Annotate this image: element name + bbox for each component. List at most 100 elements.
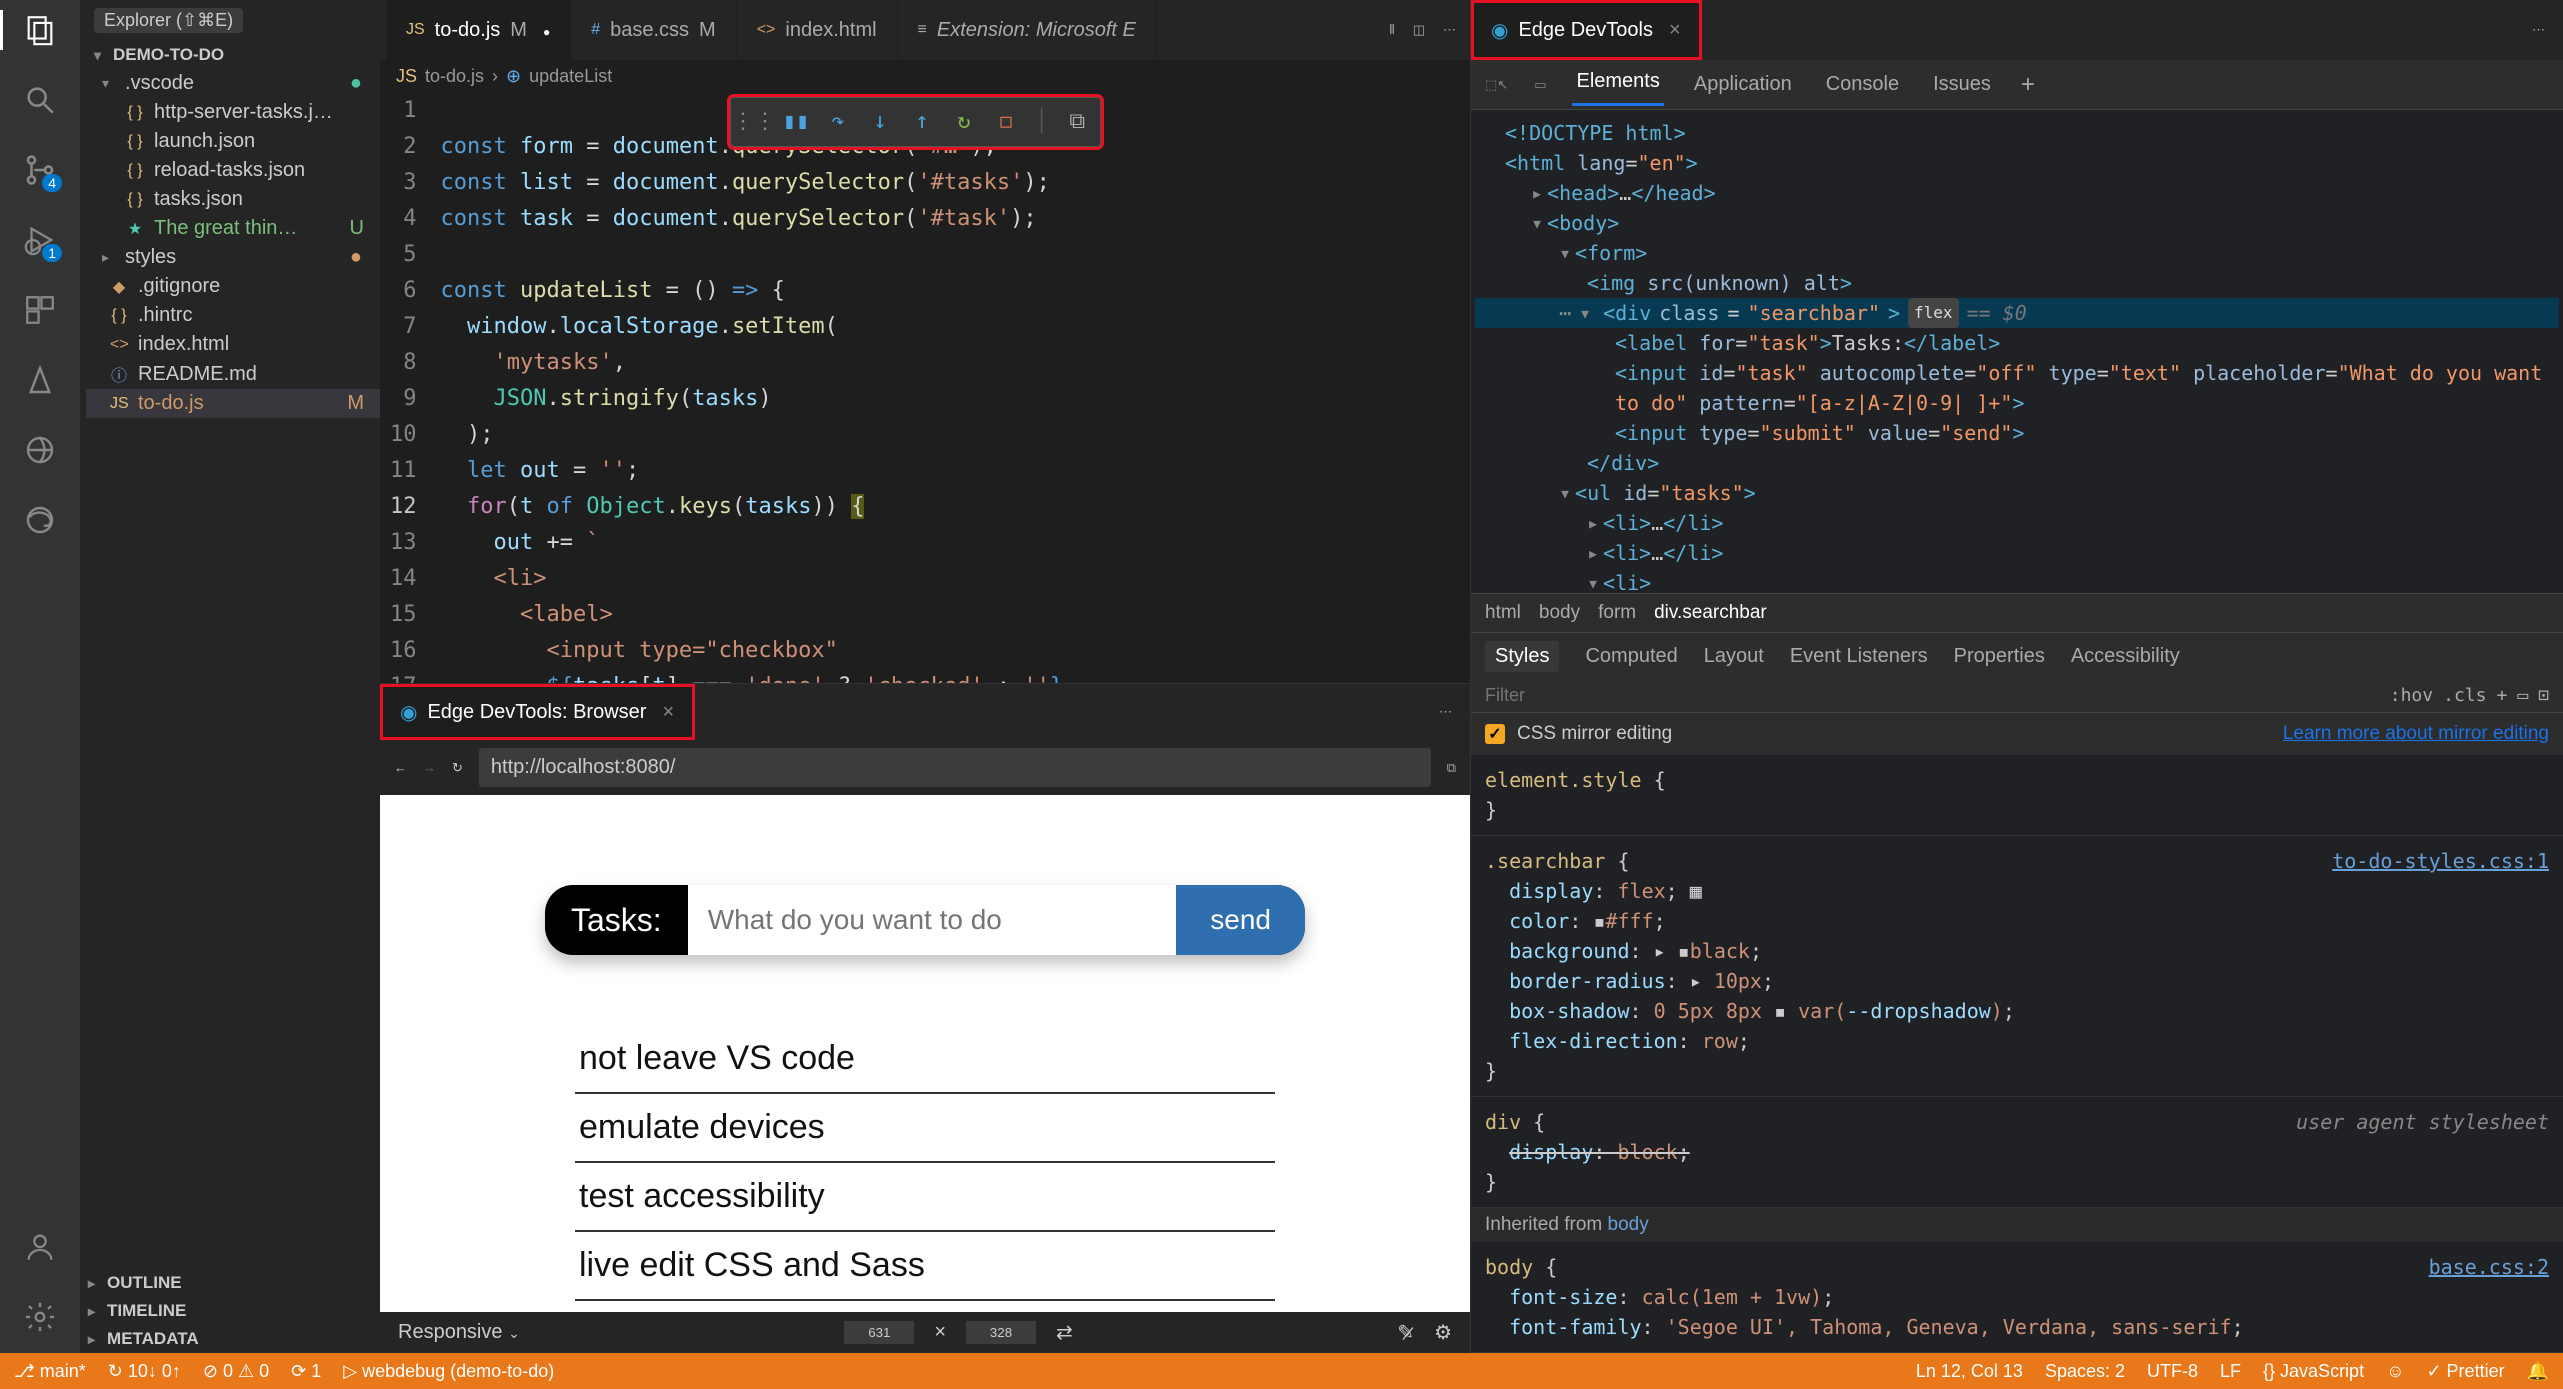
height-input[interactable]	[966, 1321, 1036, 1344]
metadata-section[interactable]: METADATA	[80, 1325, 380, 1353]
console-tab[interactable]: Console	[1822, 67, 1903, 102]
element-style-block[interactable]: element.style {}	[1471, 755, 2563, 836]
code-editor[interactable]: 1234567891011121314151617 const form = d…	[380, 93, 1470, 683]
layout-tab[interactable]: Layout	[1704, 645, 1764, 668]
cls-toggle[interactable]: .cls	[2443, 685, 2486, 706]
indent-status[interactable]: Spaces: 2	[2045, 1361, 2125, 1382]
tab-extension[interactable]: ≡Extension: Microsoft E	[898, 0, 1157, 60]
file-http-tasks[interactable]: { }http-server-tasks.j…	[86, 98, 380, 127]
device-icon[interactable]: ▭	[1534, 77, 1546, 93]
reload-icon[interactable]: ↻	[452, 760, 463, 776]
settings-icon[interactable]	[20, 1297, 60, 1337]
devtools-toggle-icon[interactable]: ⧉	[1447, 760, 1456, 776]
width-input[interactable]	[844, 1321, 914, 1344]
tab-index[interactable]: <>index.html	[737, 0, 898, 60]
file-launch[interactable]: { }launch.json	[86, 127, 380, 156]
new-rule-icon[interactable]: +	[2496, 685, 2507, 706]
outline-section[interactable]: OUTLINE	[80, 1269, 380, 1297]
account-icon[interactable]	[20, 1227, 60, 1267]
file-index[interactable]: <>index.html	[86, 330, 380, 359]
properties-tab[interactable]: Properties	[1954, 645, 2045, 668]
inspect-icon[interactable]: ⬚↖	[1485, 77, 1508, 93]
tab-devtools[interactable]: ◉Edge DevTools×	[1471, 0, 1702, 60]
cursor-position[interactable]: Ln 12, Col 13	[1916, 1361, 2023, 1382]
encoding-status[interactable]: UTF-8	[2147, 1361, 2198, 1382]
step-into-icon[interactable]: ↓	[867, 109, 893, 135]
compare-icon[interactable]: ⫴	[1389, 22, 1394, 38]
drag-handle-icon[interactable]: ⋮⋮	[741, 109, 767, 135]
split-icon[interactable]: ◫	[1413, 22, 1425, 38]
file-gitignore[interactable]: ◆.gitignore	[86, 272, 380, 301]
ports-status[interactable]: ⟳ 1	[291, 1361, 321, 1382]
more-styles-icon[interactable]: ⊡	[2538, 685, 2549, 706]
search-icon[interactable]	[20, 80, 60, 120]
address-input[interactable]	[479, 748, 1431, 787]
accessibility-tab[interactable]: Accessibility	[2071, 645, 2180, 668]
timeline-section[interactable]: TIMELINE	[80, 1297, 380, 1325]
listeners-tab[interactable]: Event Listeners	[1790, 645, 1928, 668]
prettier-status[interactable]: ✓ Prettier	[2426, 1361, 2504, 1382]
list-item[interactable]: emulate devices	[575, 1094, 1275, 1163]
task-input[interactable]	[688, 885, 1177, 955]
application-tab[interactable]: Application	[1690, 67, 1796, 102]
tab-browser[interactable]: ◉Edge DevTools: Browser×	[380, 684, 695, 740]
stop-icon[interactable]: ◻	[993, 109, 1019, 135]
issues-tab[interactable]: Issues	[1929, 67, 1995, 102]
list-item[interactable]: test accessibility	[575, 1163, 1275, 1232]
sync-status[interactable]: ↻ 10↓ 0↑	[108, 1361, 181, 1382]
restart-icon[interactable]: ↻	[951, 109, 977, 135]
step-over-icon[interactable]: ↷	[825, 109, 851, 135]
eol-status[interactable]: LF	[2220, 1361, 2241, 1382]
swap-icon[interactable]: ⇄	[1056, 1320, 1073, 1345]
cog-icon[interactable]: ⚙	[1434, 1320, 1452, 1345]
run-debug-icon[interactable]: 1	[20, 220, 60, 260]
div-ua-block[interactable]: user agent stylesheet div { display: blo…	[1471, 1097, 2563, 1208]
edge-icon[interactable]	[20, 500, 60, 540]
azure-icon[interactable]	[20, 360, 60, 400]
file-tasks[interactable]: { }tasks.json	[86, 185, 380, 214]
feedback-icon[interactable]: ☺	[2386, 1361, 2404, 1382]
wand-icon[interactable]: ✎̷	[1397, 1320, 1414, 1345]
debug-toolbar[interactable]: ⋮⋮ ▮▮ ↷ ↓ ↑ ↻ ◻ │ ⧉	[730, 97, 1101, 147]
list-item[interactable]: not leave VS code	[575, 1025, 1275, 1094]
more-icon[interactable]: ⋯	[2532, 22, 2545, 38]
debug-status[interactable]: ▷ webdebug (demo-to-do)	[343, 1361, 554, 1382]
searchbar-rule-block[interactable]: to-do-styles.css:1 .searchbar { display:…	[1471, 836, 2563, 1097]
tab-basecss[interactable]: #base.cssM	[571, 0, 737, 60]
more-icon[interactable]: ⋯	[1439, 704, 1452, 720]
remote-icon[interactable]	[20, 430, 60, 470]
project-root[interactable]: DEMO-TO-DO	[86, 41, 380, 69]
folder-styles[interactable]: styles●	[86, 243, 380, 272]
file-great[interactable]: ★The great thin…U	[86, 214, 380, 243]
branch-status[interactable]: ⎇ main*	[14, 1361, 86, 1382]
styles-tab[interactable]: Styles	[1485, 641, 1559, 672]
forward-icon[interactable]: →	[423, 760, 436, 775]
bell-icon[interactable]: 🔔	[2527, 1361, 2549, 1382]
file-hintrc[interactable]: { }.hintrc	[86, 301, 380, 330]
file-todo[interactable]: JSto-do.jsM	[86, 389, 380, 418]
mirror-link[interactable]: Learn more about mirror editing	[2283, 723, 2549, 745]
computed-tab[interactable]: Computed	[1585, 645, 1677, 668]
explorer-icon[interactable]	[20, 10, 60, 50]
device-icon[interactable]: ▭	[2517, 685, 2528, 706]
mirror-checkbox[interactable]: ✓	[1485, 724, 1505, 744]
list-item[interactable]: live edit CSS and Sass	[575, 1232, 1275, 1301]
problems-status[interactable]: ⊘ 0 ⚠ 0	[203, 1361, 269, 1382]
browser-viewport[interactable]: Tasks: send not leave VS code emulate de…	[380, 795, 1470, 1312]
filter-input[interactable]	[1485, 685, 2380, 706]
elements-tab[interactable]: Elements	[1572, 64, 1663, 106]
add-tab-icon[interactable]: +	[2021, 71, 2035, 99]
more-icon[interactable]: ⋯	[1443, 22, 1456, 38]
back-icon[interactable]: ←	[394, 760, 407, 775]
file-reload[interactable]: { }reload-tasks.json	[86, 156, 380, 185]
send-button[interactable]: send	[1176, 885, 1305, 955]
hov-toggle[interactable]: :hov	[2390, 685, 2433, 706]
step-out-icon[interactable]: ↑	[909, 109, 935, 135]
pause-icon[interactable]: ▮▮	[783, 109, 809, 135]
folder-vscode[interactable]: .vscode●	[86, 69, 380, 98]
dom-tree[interactable]: <!DOCTYPE html> <html lang="en"> <head>……	[1471, 110, 2563, 593]
source-control-icon[interactable]: 4	[20, 150, 60, 190]
file-readme[interactable]: ⓘREADME.md	[86, 359, 380, 389]
body-rule-block[interactable]: base.css:2 body { font-size: calc(1em + …	[1471, 1242, 2563, 1353]
extensions-icon[interactable]	[20, 290, 60, 330]
